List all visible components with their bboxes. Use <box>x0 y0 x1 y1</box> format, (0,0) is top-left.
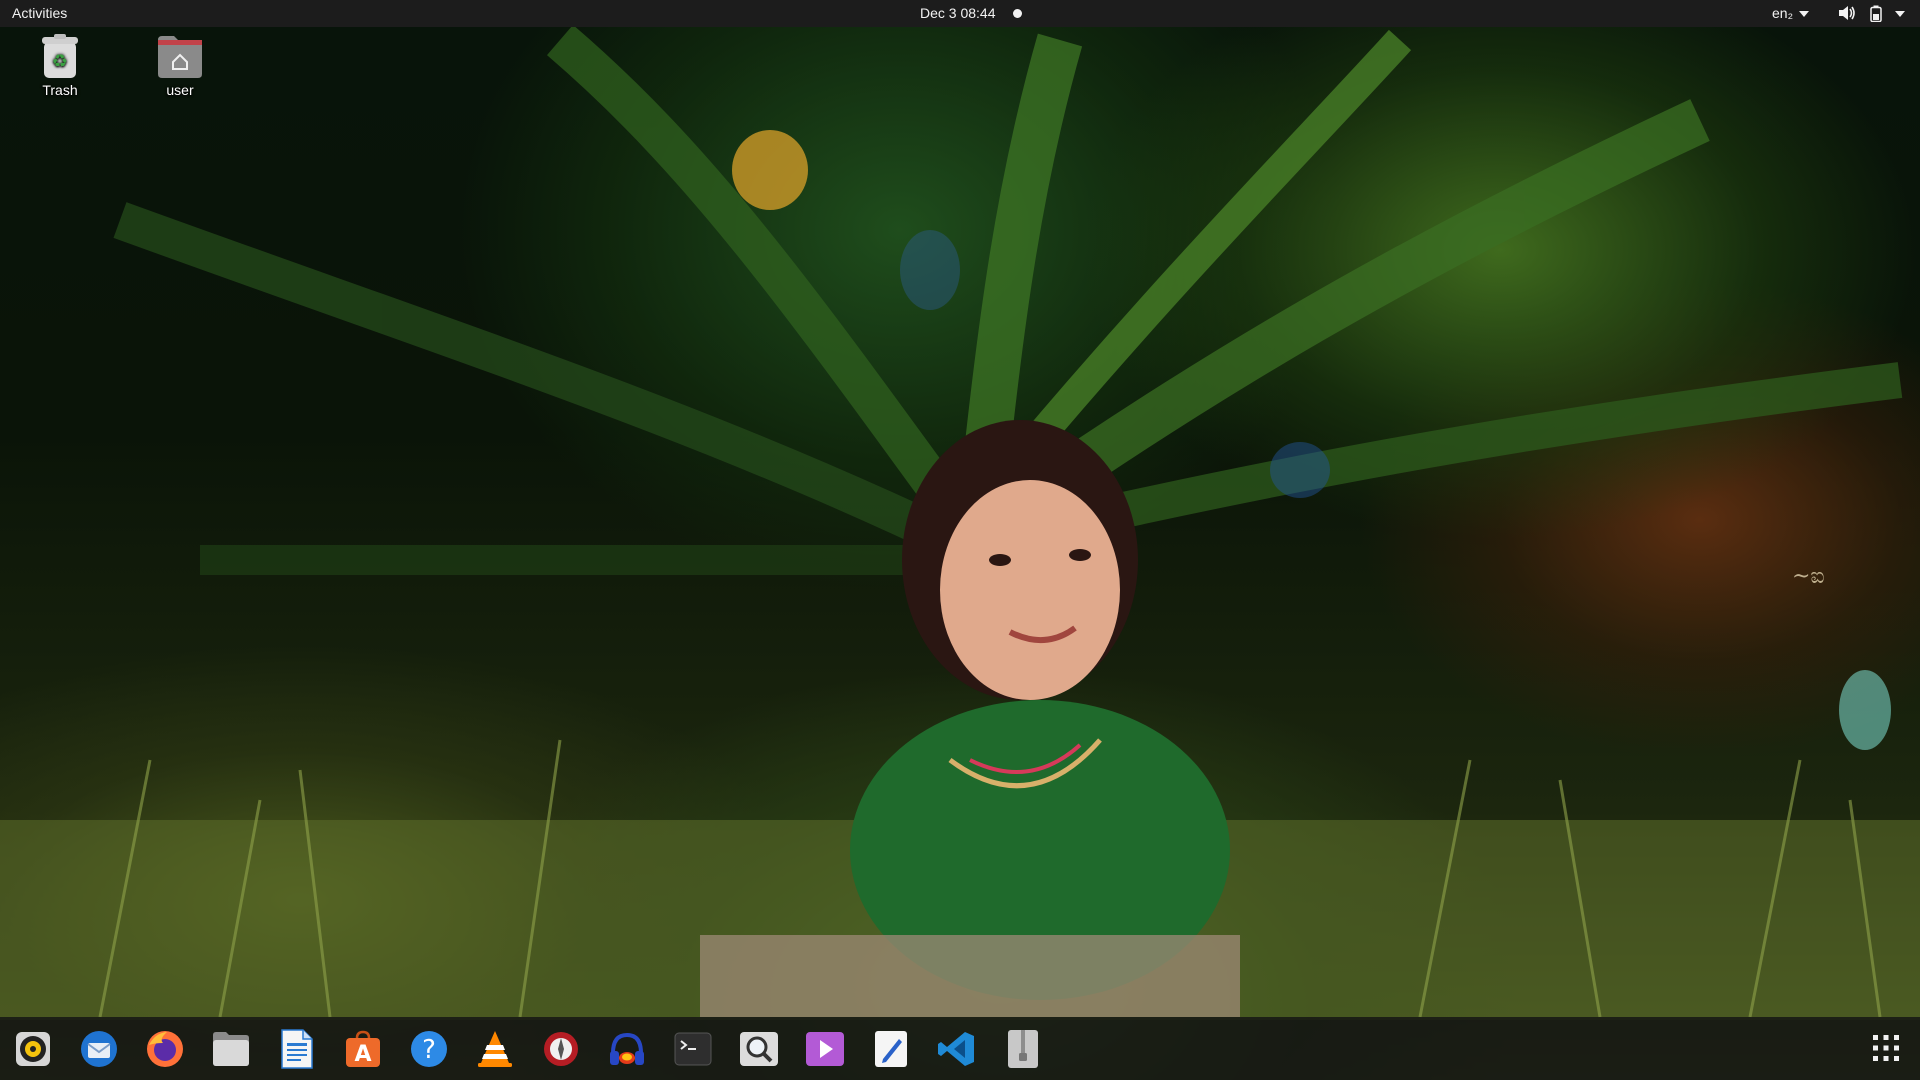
terminal-icon <box>674 1032 712 1066</box>
home-folder-icon <box>158 36 202 78</box>
svg-text:~ಐ: ~ಐ <box>1792 564 1825 589</box>
dock-vlc[interactable] <box>473 1027 517 1071</box>
dock-transmission[interactable] <box>539 1027 583 1071</box>
notification-dot-icon <box>1013 9 1022 18</box>
transmission-icon <box>544 1032 578 1066</box>
desktop-icon-label: Trash <box>42 82 78 98</box>
dock-image-viewer[interactable] <box>737 1027 781 1071</box>
writer-icon <box>281 1029 313 1069</box>
battery-icon[interactable] <box>1870 5 1882 22</box>
dock-firefox[interactable] <box>143 1027 187 1071</box>
firefox-icon <box>147 1031 183 1067</box>
desktop-icon-home[interactable]: user <box>135 34 225 98</box>
language-indicator[interactable]: en₂ <box>1772 0 1793 27</box>
system-menu-chevron-down-icon[interactable] <box>1895 11 1905 17</box>
video-player-icon <box>806 1032 844 1066</box>
desktop-screen: ~ಐ Activities Dec 3 08:44 en₂ ♻ Trash us… <box>0 0 1920 1080</box>
language-chevron-down-icon[interactable] <box>1799 11 1809 17</box>
archive-icon <box>1008 1030 1038 1068</box>
svg-text:♻: ♻ <box>52 51 68 72</box>
vscode-icon <box>938 1032 974 1066</box>
dock-terminal[interactable] <box>671 1027 715 1071</box>
help-icon: ? <box>411 1031 447 1067</box>
files-icon <box>213 1032 249 1066</box>
dock-archive-manager[interactable] <box>1001 1027 1045 1071</box>
dock-help[interactable]: ? <box>407 1027 451 1071</box>
headphones-icon <box>610 1032 644 1065</box>
desktop-icon-label: user <box>166 82 194 98</box>
trash-icon: ♻ <box>42 34 78 78</box>
text-editor-icon <box>875 1031 907 1067</box>
dock-video-player[interactable] <box>803 1027 847 1071</box>
dock-thunderbird[interactable] <box>77 1027 121 1071</box>
volume-icon[interactable] <box>1838 5 1856 21</box>
clock-button[interactable]: Dec 3 08:44 <box>920 0 996 27</box>
activities-button[interactable]: Activities <box>0 0 79 27</box>
desktop-icon-trash[interactable]: ♻ Trash <box>15 34 105 98</box>
wallpaper-artwork: ~ಐ <box>0 24 1920 1020</box>
rhythmbox-icon <box>16 1032 50 1066</box>
magnifier-icon <box>740 1032 778 1066</box>
dock-ubuntu-software[interactable]: A <box>341 1027 385 1071</box>
svg-text:A: A <box>354 1042 371 1067</box>
dock-files[interactable] <box>209 1027 253 1071</box>
top-bar: Activities Dec 3 08:44 en₂ <box>0 0 1920 27</box>
apps-grid-icon[interactable] <box>1871 1033 1901 1063</box>
thunderbird-icon <box>81 1031 117 1067</box>
dock-rhythmbox[interactable] <box>11 1027 55 1071</box>
svg-text:?: ? <box>422 1035 436 1065</box>
dock-vscode[interactable] <box>935 1027 979 1071</box>
software-center-icon: A <box>346 1030 380 1067</box>
dock-libreoffice-writer[interactable] <box>275 1027 319 1071</box>
dock: A ? <box>0 1017 1920 1080</box>
dock-text-editor[interactable] <box>869 1027 913 1071</box>
vlc-icon <box>478 1031 512 1067</box>
dock-audio-recorder[interactable] <box>605 1027 649 1071</box>
